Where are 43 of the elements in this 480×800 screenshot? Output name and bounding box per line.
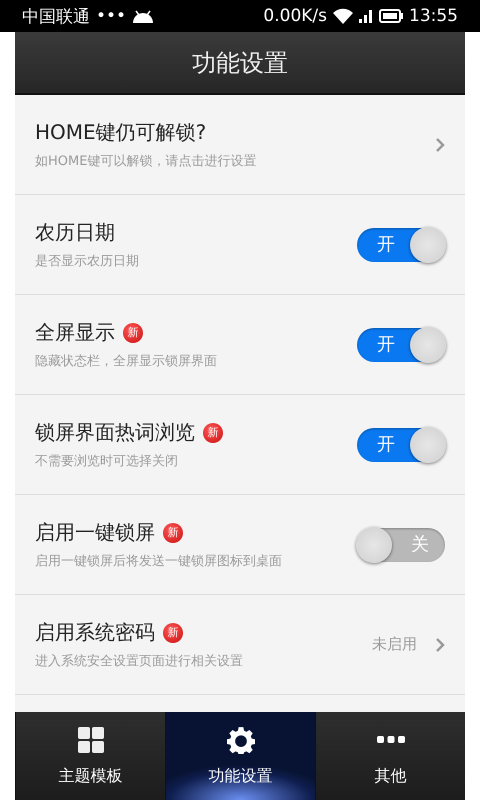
setting-row[interactable]: HOME键仍可解锁? 如HOME键可以解锁，请点击进行设置 (15, 95, 465, 195)
new-badge: 新 (163, 622, 183, 642)
setting-title: 启用一键锁屏 (35, 519, 155, 546)
setting-description: 进入系统安全设置页面进行相关设置 (35, 653, 244, 670)
setting-title: 锁屏界面热词浏览 (35, 419, 195, 446)
new-badge: 新 (163, 522, 183, 542)
toggle-switch[interactable]: 开 (357, 328, 445, 362)
setting-description: 如HOME键可以解锁，请点击进行设置 (35, 153, 258, 170)
setting-row[interactable]: 启用一键锁屏 新 启用一键锁屏后将发送一键锁屏图标到桌面 关 (15, 495, 465, 595)
setting-title: 启用系统密码 (35, 619, 155, 646)
more-icon (376, 736, 404, 744)
toggle-switch[interactable]: 开 (357, 428, 445, 462)
setting-row[interactable]: 全屏显示 新 隐藏状态栏，全屏显示锁屏界面 开 (15, 295, 465, 395)
carrier-name: 中国联通 (22, 6, 90, 28)
new-badge: 新 (123, 322, 143, 342)
setting-value: 未启用 (372, 635, 417, 654)
setting-row[interactable]: 启用系统密码 新 进入系统安全设置页面进行相关设置 未启用 (15, 595, 465, 695)
android-icon (132, 8, 154, 24)
battery-icon (379, 9, 403, 23)
setting-title: HOME键仍可解锁? (35, 119, 206, 146)
nav-tab[interactable]: 功能设置 (165, 712, 315, 800)
setting-description: 不需要浏览时可选择关闭 (35, 453, 179, 470)
new-badge: 新 (203, 422, 223, 442)
nav-tab[interactable]: 其他 (315, 712, 465, 800)
signal-icon (359, 9, 373, 23)
toggle-switch[interactable]: 开 (357, 228, 445, 262)
setting-description: 是否显示农历日期 (35, 253, 140, 270)
chevron-icon (435, 136, 445, 152)
clock-time: 13:55 (409, 6, 458, 26)
settings-icon (226, 726, 254, 754)
page-title: 功能设置 (192, 48, 288, 78)
network-speed: 0.00K/s (263, 6, 327, 26)
chevron-icon (435, 636, 445, 652)
wifi-icon (333, 8, 353, 24)
setting-description: 启用一键锁屏后将发送一键锁屏图标到桌面 (35, 553, 283, 570)
setting-description: 隐藏状态栏，全屏显示锁屏界面 (35, 353, 218, 370)
nav-tab[interactable]: 主题模板 (15, 712, 165, 800)
setting-title: 全屏显示 (35, 319, 115, 346)
setting-row[interactable]: 农历日期 是否显示农历日期 开 (15, 195, 465, 295)
setting-title: 农历日期 (35, 219, 115, 246)
notification-dots: ••• (96, 6, 126, 26)
setting-row[interactable]: 锁屏界面热词浏览 新 不需要浏览时可选择关闭 开 (15, 395, 465, 495)
grid-icon (78, 726, 104, 752)
